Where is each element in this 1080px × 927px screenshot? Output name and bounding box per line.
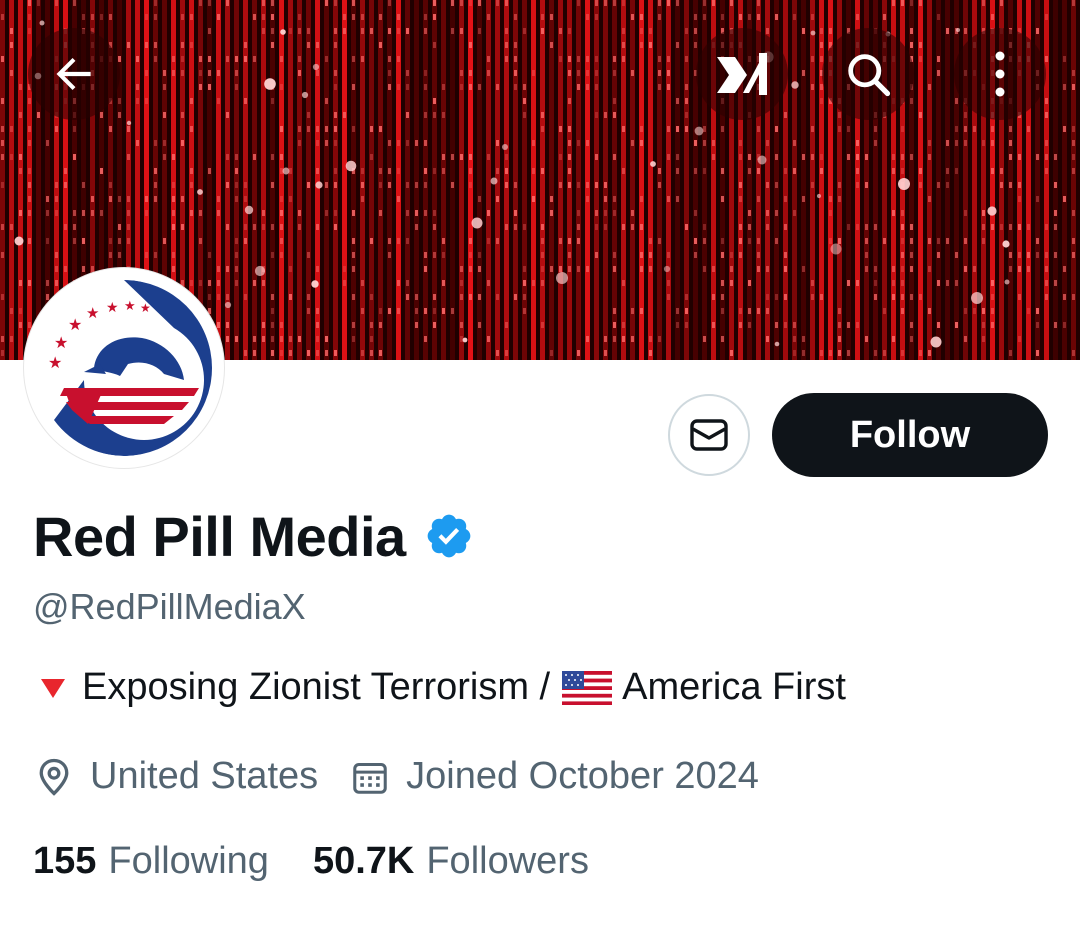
following-label: Following bbox=[108, 840, 269, 882]
profile-bio: Exposing Zionist Terrorism / America Fir… bbox=[40, 666, 846, 709]
more-vertical-icon bbox=[995, 51, 1005, 97]
svg-text:★: ★ bbox=[124, 299, 136, 314]
grok-button[interactable] bbox=[696, 28, 788, 120]
red-triangle-icon bbox=[41, 678, 65, 698]
verified-badge-icon[interactable] bbox=[424, 511, 474, 561]
back-button[interactable] bbox=[28, 28, 120, 120]
arrow-left-icon bbox=[56, 57, 91, 91]
more-button[interactable] bbox=[954, 28, 1046, 120]
profile-handle: @RedPillMediaX bbox=[33, 586, 306, 627]
svg-text:★: ★ bbox=[86, 304, 99, 322]
envelope-icon bbox=[690, 419, 728, 451]
eagle-logo-image: ★ ★ ★ ★ ★ ★ ★ bbox=[32, 276, 216, 460]
grok-icon bbox=[717, 53, 767, 95]
follow-button[interactable]: Follow bbox=[772, 393, 1048, 477]
following-count: 155 bbox=[33, 840, 97, 882]
search-button[interactable] bbox=[822, 28, 914, 120]
svg-text:★: ★ bbox=[68, 315, 82, 334]
bio-text-part2: America First bbox=[622, 666, 846, 708]
profile-name: Red Pill Media bbox=[33, 504, 406, 568]
profile-stats: 155 Following 50.7K Followers bbox=[33, 840, 589, 883]
location-pin-icon bbox=[39, 758, 69, 796]
profile-joined-date: Joined October 2024 bbox=[406, 755, 759, 797]
bio-text-part1: Exposing Zionist Terrorism / bbox=[82, 666, 551, 708]
search-icon bbox=[848, 54, 891, 97]
following-link[interactable]: 155 Following bbox=[33, 840, 269, 883]
profile-meta: United States Joined October 2024 bbox=[36, 755, 759, 798]
followers-count: 50.7K bbox=[312, 840, 415, 882]
followers-link[interactable]: 50.7K Followers bbox=[313, 840, 589, 883]
message-button[interactable] bbox=[668, 394, 750, 476]
followers-label: Followers bbox=[426, 840, 589, 882]
svg-text:★: ★ bbox=[48, 353, 62, 372]
svg-text:★: ★ bbox=[54, 333, 68, 352]
calendar-icon bbox=[353, 762, 387, 794]
profile-name-row: Red Pill Media bbox=[33, 500, 474, 572]
avatar[interactable]: ★ ★ ★ ★ ★ ★ ★ bbox=[24, 268, 224, 468]
svg-text:★: ★ bbox=[106, 300, 119, 316]
svg-text:★: ★ bbox=[140, 301, 151, 315]
us-flag-icon bbox=[562, 670, 613, 705]
profile-location: United States bbox=[90, 755, 319, 797]
